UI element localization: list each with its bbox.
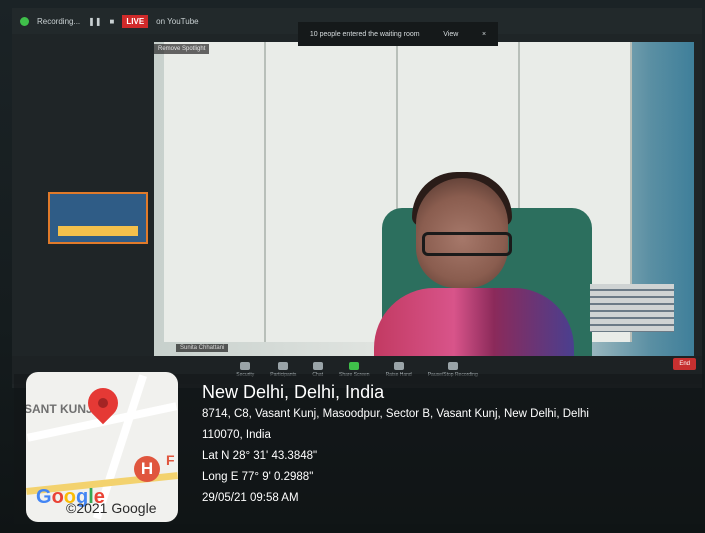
shared-content-thumbnail[interactable] <box>48 192 148 244</box>
shield-icon <box>20 16 29 26</box>
cabinet <box>164 42 266 342</box>
speaker-person <box>374 172 584 368</box>
map-marker-f: F <box>166 452 175 468</box>
shield-icon <box>240 362 251 370</box>
live-target[interactable]: on YouTube <box>156 17 198 26</box>
map-copyright: ©2021 Google <box>66 500 157 516</box>
notification-text: 10 people entered the waiting room <box>309 30 420 38</box>
zoom-window: Recording... ❚❚ ■ LIVE on YouTube Securi… <box>12 8 702 388</box>
remove-spotlight-label[interactable]: Remove Spotlight <box>154 44 210 54</box>
map-area-label: SANT KUNJ <box>26 402 93 416</box>
chat-icon <box>312 362 323 370</box>
stop-icon[interactable]: ■ <box>110 17 115 26</box>
hand-icon <box>393 362 404 370</box>
address-line-1: 8714, C8, Vasant Kunj, Masoodpur, Sector… <box>202 408 589 420</box>
waiting-room-notification: 10 people entered the waiting room View … <box>298 22 498 46</box>
view-button[interactable]: View <box>443 31 458 38</box>
live-badge[interactable]: LIVE <box>122 14 149 28</box>
location-title: New Delhi, Delhi, India <box>202 382 385 402</box>
pause-icon <box>447 362 458 370</box>
hospital-marker-icon: H <box>134 456 160 482</box>
address-line-2: 110070, India <box>202 429 271 441</box>
pause-icon[interactable]: ❚❚ <box>88 17 101 26</box>
recording-indicator[interactable]: Recording... <box>37 17 80 26</box>
people-icon <box>278 362 289 370</box>
end-meeting-button[interactable]: End <box>673 358 696 370</box>
location-map: SANT KUNJ H F Google ©2021 Google <box>26 372 178 522</box>
latitude: Lat N 28° 31' 43.3848" <box>202 450 318 462</box>
speaker-name-tag: Sunita Chhattani <box>176 344 229 352</box>
speaker-glasses <box>422 232 512 256</box>
thumbnail-banner <box>58 226 138 236</box>
geotag-details: New Delhi, Delhi, India 8714, C8, Vasant… <box>202 380 682 509</box>
longitude: Long E 77° 9' 0.2988" <box>202 471 314 483</box>
date-time: 29/05/21 09:58 AM <box>202 492 299 504</box>
book-stack <box>590 284 674 332</box>
share-icon <box>349 362 360 370</box>
close-icon[interactable]: × <box>482 31 486 38</box>
